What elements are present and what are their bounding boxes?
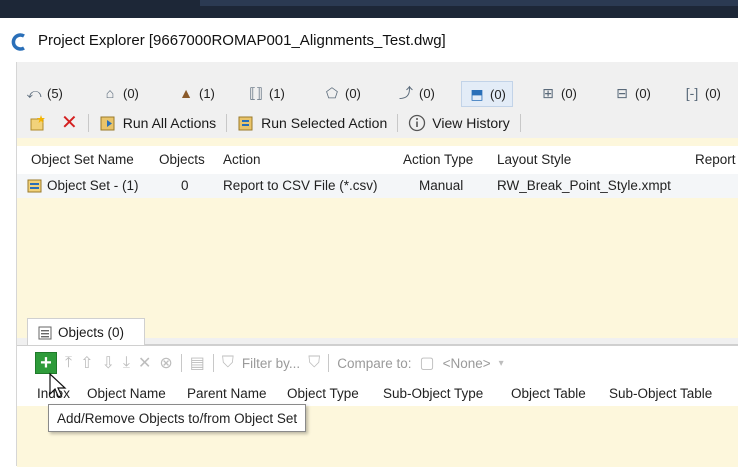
column-header-action-type[interactable]: Action Type bbox=[403, 152, 473, 167]
tab-corridors[interactable]: ▲ (1) bbox=[177, 81, 215, 105]
add-remove-objects-button[interactable]: + bbox=[35, 352, 57, 374]
tab-profile-views[interactable]: ⬒ (0) bbox=[461, 81, 513, 107]
column-header-object-type[interactable]: Object Type bbox=[287, 386, 359, 401]
object-type-tabs: ⤺ (5) ⌂ (0) ▲ (1) ⟦⟧ (1) ⬠ (0) ⤴ (0) ⬒ (… bbox=[17, 78, 738, 108]
tab-section-views[interactable]: ⊟ (0) bbox=[613, 81, 651, 105]
move-up-icon[interactable]: ⇧ bbox=[80, 353, 93, 373]
objects-grid-header: Index Object Name Parent Name Object Typ… bbox=[17, 380, 738, 407]
alignment-icon: ⤺ bbox=[26, 85, 42, 101]
object-set-icon bbox=[27, 179, 42, 192]
column-header-layout-style[interactable]: Layout Style bbox=[497, 152, 571, 167]
title-bar: Project Explorer [9667000ROMAP001_Alignm… bbox=[0, 18, 738, 62]
filter-icon[interactable]: ⛉ bbox=[222, 354, 234, 372]
layout-style-cell: RW_Break_Point_Style.xmpt bbox=[497, 178, 671, 193]
column-header-sub-object-table[interactable]: Sub-Object Table bbox=[609, 386, 712, 401]
sample-line-icon: [-] bbox=[685, 85, 699, 101]
action-cell: Report to CSV File (*.csv) bbox=[223, 178, 378, 193]
properties-icon[interactable]: ▤ bbox=[190, 353, 205, 373]
profile-view-icon: ⬒ bbox=[470, 86, 484, 102]
tooltip-text: Add/Remove Objects to/from Object Set bbox=[57, 410, 298, 426]
objects-toolbar: + ⤒ ⇧ ⇩ ⤓ ✕ ⊗ ▤ ⛉ Filter by... ⛉ Compare… bbox=[17, 348, 738, 378]
delete-x-icon: ✕ bbox=[61, 112, 78, 134]
object-set-grid: Object Set Name Objects Action Action Ty… bbox=[17, 138, 738, 338]
compare-object-icon: ▢ bbox=[419, 355, 435, 372]
object-set-name-cell: Object Set - (1) bbox=[47, 178, 139, 193]
column-header-object-set-name[interactable]: Object Set Name bbox=[31, 152, 134, 167]
column-header-sub-object-type[interactable]: Sub-Object Type bbox=[383, 386, 483, 401]
section-view-icon: ⊟ bbox=[616, 85, 628, 101]
clear-filter-icon[interactable]: ⛉ bbox=[308, 354, 320, 372]
tab-alignments[interactable]: ⤺ (5) bbox=[25, 81, 63, 105]
tab-surfaces[interactable]: ⬠ (0) bbox=[323, 81, 361, 105]
column-header-objects[interactable]: Objects bbox=[159, 152, 205, 167]
compare-to-dropdown[interactable]: <None> bbox=[443, 356, 491, 371]
tooltip: Add/Remove Objects to/from Object Set bbox=[48, 404, 307, 432]
civil3d-app-icon bbox=[11, 33, 25, 51]
filter-by-label[interactable]: Filter by... bbox=[242, 356, 300, 371]
clear-objects-icon[interactable]: ⊗ bbox=[159, 353, 172, 373]
delete-object-set-button[interactable]: ✕ bbox=[57, 112, 82, 134]
column-header-object-name[interactable]: Object Name bbox=[87, 386, 166, 401]
tab-feature-lines[interactable]: ⤴ (0) bbox=[397, 81, 435, 105]
plus-icon: + bbox=[40, 352, 52, 374]
parcel-icon: ⌂ bbox=[105, 85, 115, 101]
section-icon: ⊞ bbox=[542, 85, 554, 101]
assembly-icon: ⟦⟧ bbox=[249, 85, 263, 101]
corridor-icon: ▲ bbox=[179, 85, 193, 101]
info-icon bbox=[409, 114, 426, 132]
tab-objects[interactable]: Objects (0) bbox=[27, 318, 145, 346]
feature-line-icon: ⤴ bbox=[399, 85, 413, 101]
top-background-strip bbox=[0, 0, 738, 18]
move-down-icon[interactable]: ⇩ bbox=[101, 353, 114, 373]
object-set-grid-header: Object Set Name Objects Action Action Ty… bbox=[17, 146, 738, 175]
column-header-report[interactable]: Report bbox=[695, 152, 736, 167]
objects-list-icon bbox=[38, 326, 52, 339]
column-header-parent-name[interactable]: Parent Name bbox=[187, 386, 267, 401]
column-header-action[interactable]: Action bbox=[223, 152, 261, 167]
run-all-icon bbox=[100, 116, 115, 131]
tab-sample-lines[interactable]: [-] (0) bbox=[683, 81, 721, 105]
tab-assemblies[interactable]: ⟦⟧ (1) bbox=[247, 81, 285, 105]
dropdown-arrow-icon[interactable]: ▾ bbox=[499, 358, 504, 369]
run-all-actions-button[interactable]: Run All Actions bbox=[95, 112, 220, 134]
move-to-top-icon[interactable]: ⤒ bbox=[65, 354, 72, 372]
tab-parcels[interactable]: ⌂ (0) bbox=[101, 81, 139, 105]
objects-count-cell: 0 bbox=[181, 178, 189, 193]
run-selected-action-button[interactable]: Run Selected Action bbox=[233, 112, 391, 134]
run-selected-icon bbox=[238, 116, 253, 131]
compare-to-label: Compare to: bbox=[337, 355, 412, 371]
new-object-set-button[interactable] bbox=[25, 112, 51, 134]
action-toolbar: ✕ Run All Actions Run Selected Action Vi… bbox=[17, 108, 738, 138]
surface-icon: ⬠ bbox=[325, 85, 339, 101]
action-type-cell: Manual bbox=[419, 178, 464, 193]
table-row[interactable]: Object Set - (1) 0 Report to CSV File (*… bbox=[17, 174, 738, 198]
window-title: Project Explorer [9667000ROMAP001_Alignm… bbox=[38, 32, 446, 49]
view-history-button[interactable]: View History bbox=[404, 112, 514, 134]
move-to-bottom-icon[interactable]: ⤓ bbox=[123, 354, 130, 372]
tab-sections[interactable]: ⊞ (0) bbox=[539, 81, 577, 105]
remove-object-icon[interactable]: ✕ bbox=[138, 353, 151, 373]
new-object-set-icon bbox=[30, 115, 45, 131]
mouse-cursor-icon bbox=[49, 372, 67, 398]
column-header-object-table[interactable]: Object Table bbox=[511, 386, 586, 401]
